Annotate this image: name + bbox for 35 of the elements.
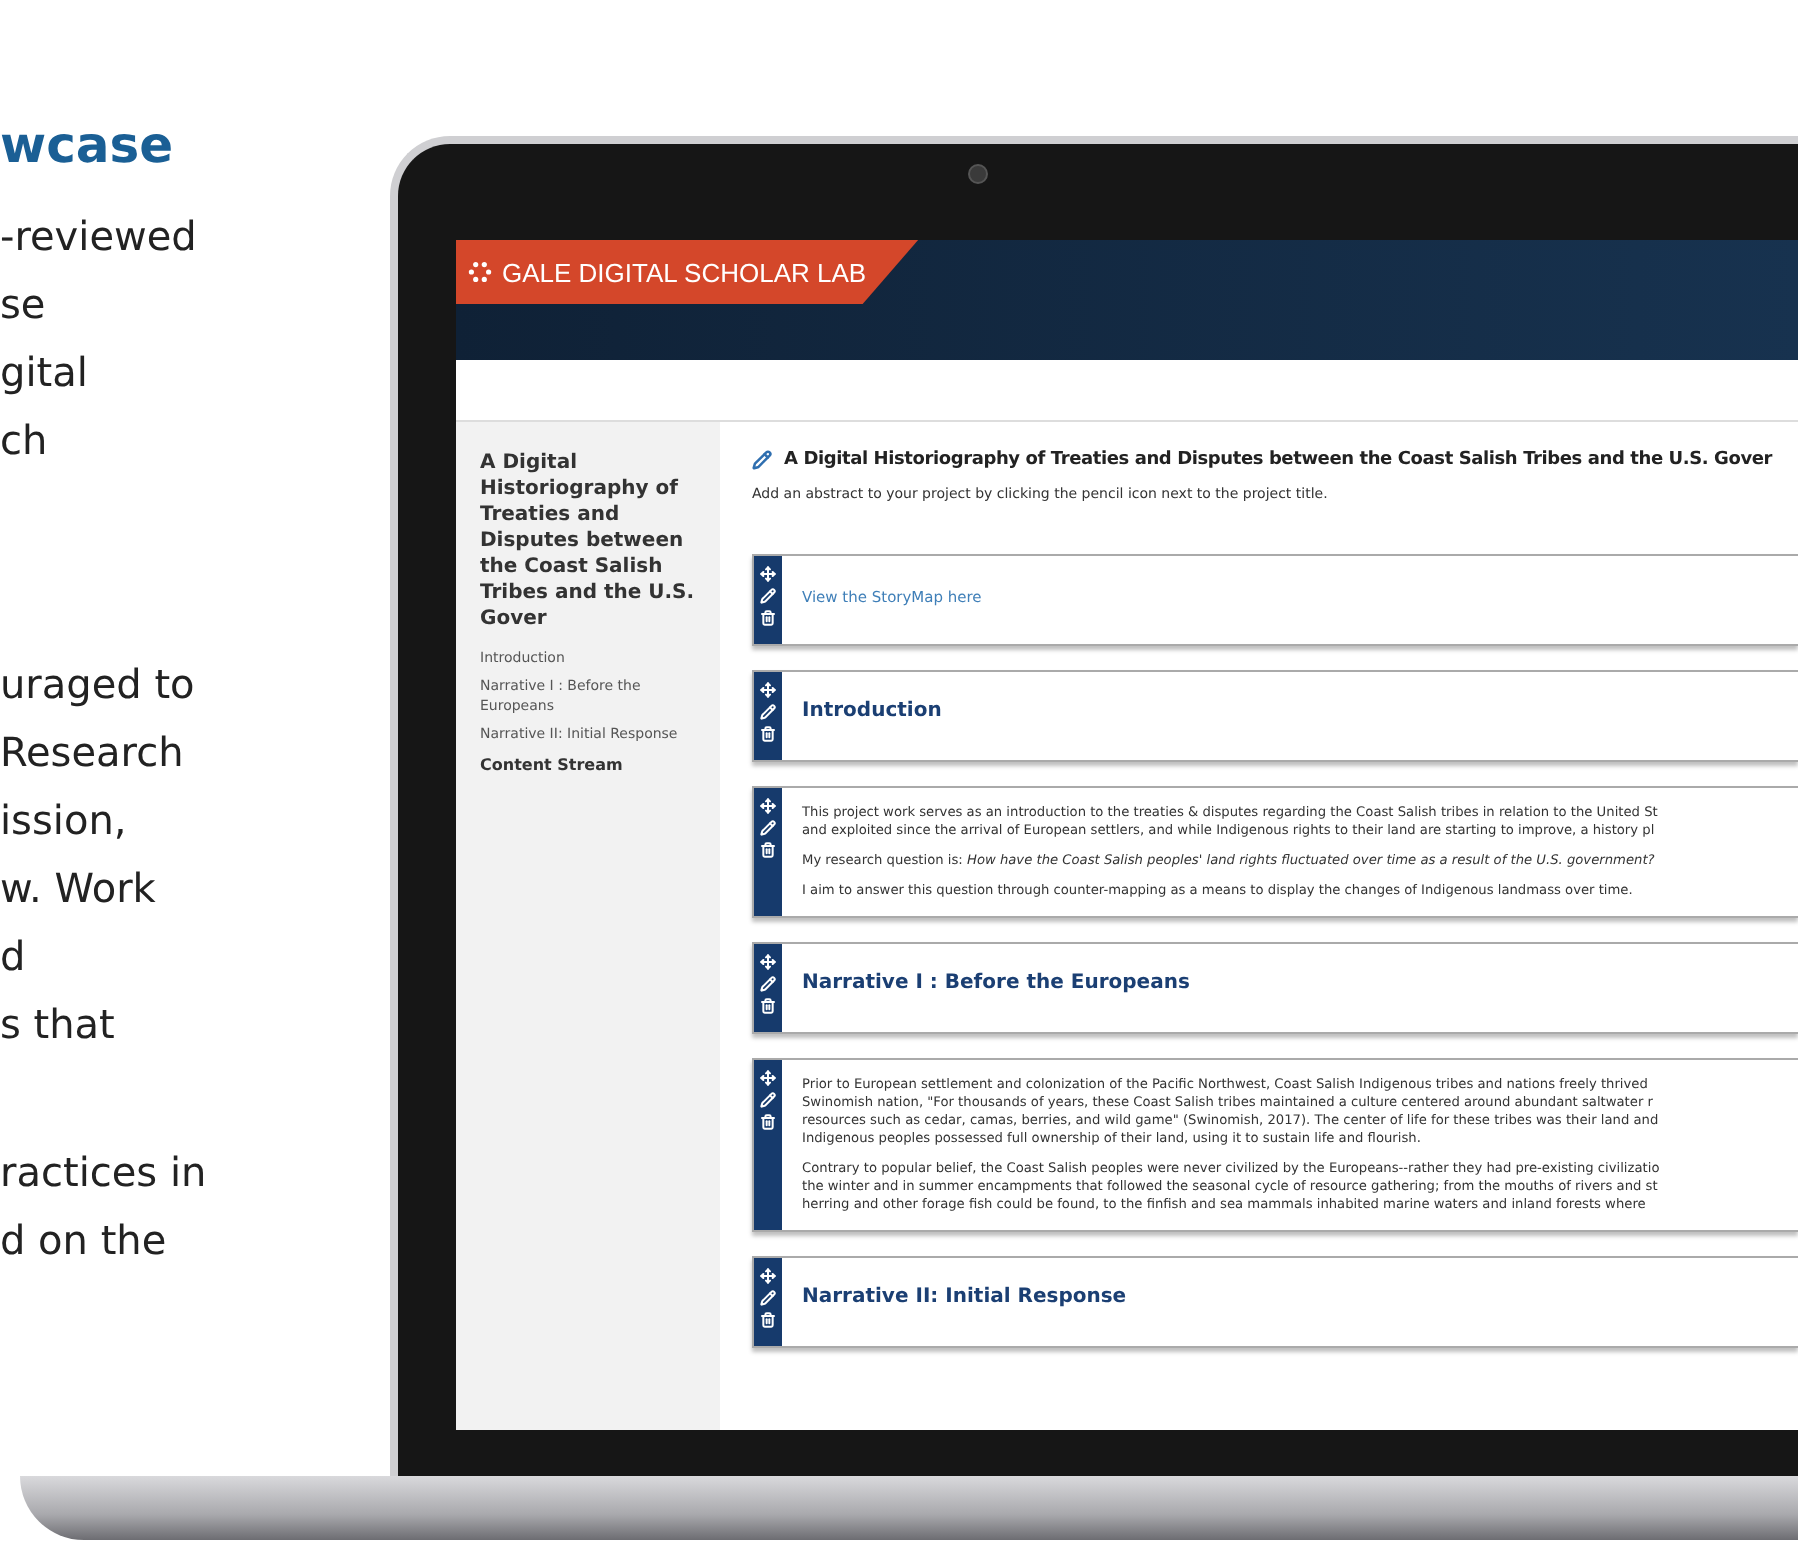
- move-icon[interactable]: [760, 1070, 776, 1086]
- edit-icon[interactable]: [752, 450, 772, 470]
- delete-icon[interactable]: [760, 1114, 776, 1130]
- body-text-line: s that: [0, 998, 117, 1052]
- body-text-line: d on the: [0, 1214, 169, 1268]
- move-icon[interactable]: [760, 954, 776, 970]
- sidebar-title: A Digital Historiography of Treaties and Disputes between the Coast Salish Tribes and the U.S. Gover: [480, 450, 697, 632]
- section-heading: Narrative I : Before the Europeans: [802, 972, 1190, 994]
- project-title: A Digital Historiography of Treaties and Disputes between the Coast Salish Tribes and the U.S. Gover: [784, 450, 1773, 470]
- delete-icon[interactable]: [760, 1312, 776, 1328]
- body-text-line: ch: [0, 414, 50, 468]
- move-icon[interactable]: [760, 1268, 776, 1284]
- body-text-line: ractices in: [0, 1146, 209, 1200]
- body-text-line: se: [0, 278, 48, 332]
- delete-icon[interactable]: [760, 610, 776, 626]
- logo-tab[interactable]: GALE DIGITAL SCHOLAR LAB: [456, 240, 919, 304]
- move-icon[interactable]: [760, 682, 776, 698]
- body-text-line: Research: [0, 726, 186, 780]
- camera-dot: [967, 164, 987, 184]
- section-heading: Narrative II: Initial Response: [802, 1286, 1127, 1308]
- body-text-line: -reviewed: [0, 210, 199, 264]
- page-heading: wcase: [0, 116, 176, 174]
- section-heading: Introduction: [802, 700, 942, 722]
- body-text-line: ission,: [0, 794, 129, 848]
- body-text-line: uraged to: [0, 658, 197, 712]
- logo-icon: [468, 260, 492, 284]
- move-icon[interactable]: [760, 798, 776, 814]
- delete-icon[interactable]: [760, 726, 776, 742]
- delete-icon[interactable]: [760, 842, 776, 858]
- body-text-line: d: [0, 930, 28, 984]
- delete-icon[interactable]: [760, 998, 776, 1014]
- body-text-line: w. Work: [0, 862, 158, 916]
- sidebar-section[interactable]: Content Stream: [480, 756, 700, 774]
- body-text-line: gital: [0, 346, 90, 400]
- move-icon[interactable]: [760, 566, 776, 582]
